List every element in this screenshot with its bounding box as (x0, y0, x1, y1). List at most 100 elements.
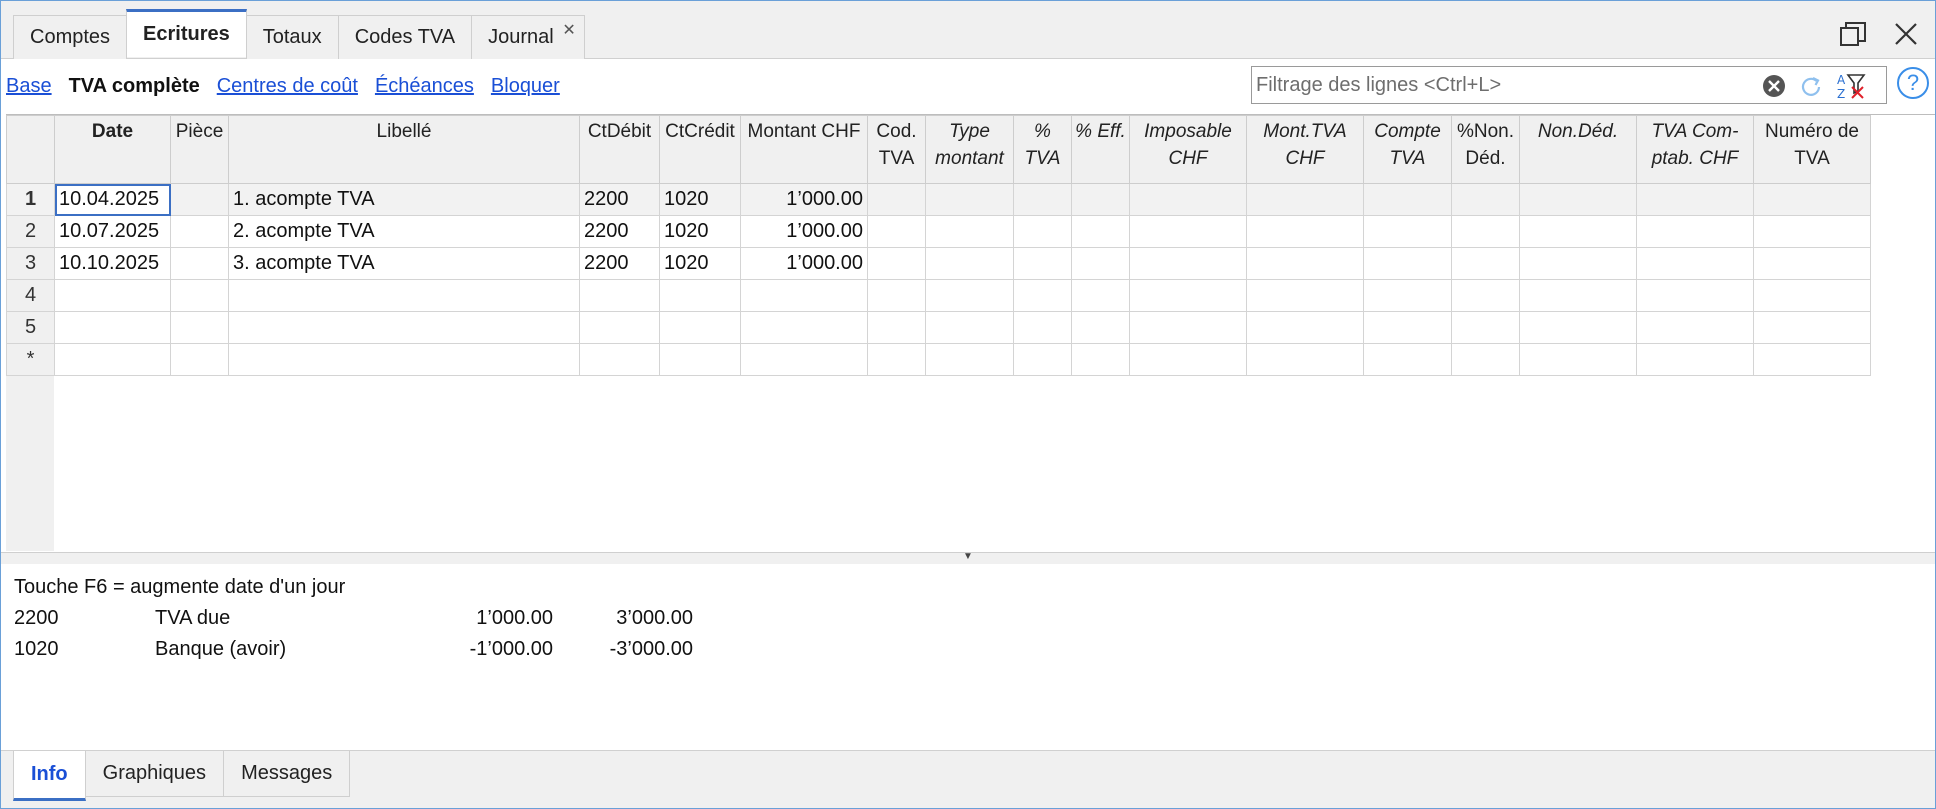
cell-date[interactable] (54, 343, 171, 376)
restore-window-icon[interactable] (1839, 21, 1867, 54)
cell-ctdebit[interactable] (579, 279, 660, 312)
table-row[interactable]: 3 10.10.2025 3. acompte TVA 2200 1020 1’… (6, 247, 1871, 280)
cell-libelle[interactable] (228, 343, 580, 376)
cell-ctcredit[interactable]: 1020 (659, 215, 741, 248)
cell[interactable] (1071, 183, 1130, 216)
col-header-pct-tva[interactable]: % TVA (1013, 115, 1072, 184)
cell-piece[interactable] (170, 311, 229, 344)
row-number[interactable]: 1 (6, 183, 55, 216)
cell[interactable] (925, 215, 1014, 248)
cell[interactable] (925, 343, 1014, 376)
cell-montant[interactable]: 1’000.00 (740, 247, 868, 280)
cell-date[interactable] (54, 279, 171, 312)
cell[interactable] (1451, 183, 1520, 216)
cell-libelle[interactable]: 2. acompte TVA (228, 215, 580, 248)
cell[interactable] (1636, 247, 1754, 280)
cell-piece[interactable] (170, 215, 229, 248)
cell-libelle[interactable]: 1. acompte TVA (228, 183, 580, 216)
cell[interactable] (1363, 247, 1452, 280)
view-link-tva-complete[interactable]: TVA complète (69, 75, 200, 98)
tab-journal[interactable]: Journal ✕ (471, 15, 585, 59)
cell[interactable] (1129, 247, 1247, 280)
cell[interactable] (1246, 343, 1364, 376)
cell[interactable] (1071, 279, 1130, 312)
cell-piece[interactable] (170, 279, 229, 312)
cell[interactable] (1519, 215, 1637, 248)
col-header-piece[interactable]: Pièce (170, 115, 229, 184)
tab-codes-tva[interactable]: Codes TVA (337, 15, 473, 59)
tab-comptes[interactable]: Comptes (13, 15, 128, 59)
cell[interactable] (867, 247, 926, 280)
cell[interactable] (1753, 183, 1871, 216)
cell-montant[interactable] (740, 311, 868, 344)
view-link-base[interactable]: Base (6, 75, 52, 98)
cell[interactable] (1129, 215, 1247, 248)
cell-ctcredit[interactable] (659, 279, 741, 312)
cell[interactable] (1636, 215, 1754, 248)
cell-date[interactable] (54, 311, 171, 344)
cell[interactable] (1071, 343, 1130, 376)
col-header-montant[interactable]: Montant CHF (740, 115, 868, 184)
filter-input[interactable] (1256, 70, 1756, 100)
cell-ctcredit[interactable]: 1020 (659, 183, 741, 216)
col-header-type-montant[interactable]: Type montant (925, 115, 1014, 184)
col-header-date[interactable]: Date (54, 115, 171, 184)
cell[interactable] (1013, 279, 1072, 312)
view-link-echeances[interactable]: Échéances (375, 75, 474, 98)
cell[interactable] (1451, 311, 1520, 344)
table-row[interactable]: 5 (6, 311, 1871, 344)
cell[interactable] (1519, 279, 1637, 312)
cell-ctcredit[interactable] (659, 311, 741, 344)
cell-ctcredit[interactable] (659, 343, 741, 376)
cell-ctdebit[interactable]: 2200 (579, 247, 660, 280)
cell[interactable] (1519, 343, 1637, 376)
col-header-ctdebit[interactable]: CtDébit (579, 115, 660, 184)
cell[interactable] (1013, 183, 1072, 216)
cell[interactable] (1071, 215, 1130, 248)
cell[interactable] (925, 183, 1014, 216)
col-header-libelle[interactable]: Libellé (228, 115, 580, 184)
cell[interactable] (1013, 311, 1072, 344)
cell[interactable] (1246, 311, 1364, 344)
col-header-pct-non-ded[interactable]: %Non. Déd. (1451, 115, 1520, 184)
cell[interactable] (925, 311, 1014, 344)
table-row[interactable]: * (6, 343, 1871, 376)
cell-libelle[interactable] (228, 279, 580, 312)
cell[interactable] (1519, 183, 1637, 216)
cell[interactable] (1246, 183, 1364, 216)
cell-ctdebit[interactable] (579, 343, 660, 376)
cell-montant[interactable] (740, 343, 868, 376)
cell[interactable] (1753, 311, 1871, 344)
cell[interactable] (1246, 247, 1364, 280)
cell-ctdebit[interactable] (579, 311, 660, 344)
row-number[interactable]: 4 (6, 279, 55, 312)
col-header-compte-tva[interactable]: Compte TVA (1363, 115, 1452, 184)
cell[interactable] (1013, 343, 1072, 376)
row-number[interactable]: * (6, 343, 55, 376)
cell[interactable] (1636, 311, 1754, 344)
tab-info[interactable]: Info (13, 751, 86, 801)
cell[interactable] (1451, 215, 1520, 248)
panel-splitter[interactable]: ▼ (1, 551, 1935, 564)
tab-totaux[interactable]: Totaux (245, 15, 339, 59)
view-link-centres[interactable]: Centres de coût (217, 75, 358, 98)
cell-date[interactable]: 10.04.2025 (54, 183, 171, 216)
cell-ctcredit[interactable]: 1020 (659, 247, 741, 280)
tab-graphiques[interactable]: Graphiques (84, 751, 225, 797)
col-header-pct-eff[interactable]: % Eff. (1071, 115, 1130, 184)
cell[interactable] (1753, 247, 1871, 280)
cell[interactable] (1451, 279, 1520, 312)
cell[interactable] (1129, 311, 1247, 344)
cell[interactable] (867, 279, 926, 312)
sort-filter-icon[interactable]: AZ (1836, 71, 1866, 105)
table-row[interactable]: 4 (6, 279, 1871, 312)
cell-montant[interactable]: 1’000.00 (740, 183, 868, 216)
col-header-non-ded[interactable]: Non.Déd. (1519, 115, 1637, 184)
cell[interactable] (1129, 183, 1247, 216)
row-number[interactable]: 2 (6, 215, 55, 248)
cell[interactable] (1071, 311, 1130, 344)
cell[interactable] (867, 311, 926, 344)
tab-messages[interactable]: Messages (223, 751, 351, 797)
cell[interactable] (1246, 215, 1364, 248)
col-header-tva-comptab[interactable]: TVA Com-ptab. CHF (1636, 115, 1754, 184)
